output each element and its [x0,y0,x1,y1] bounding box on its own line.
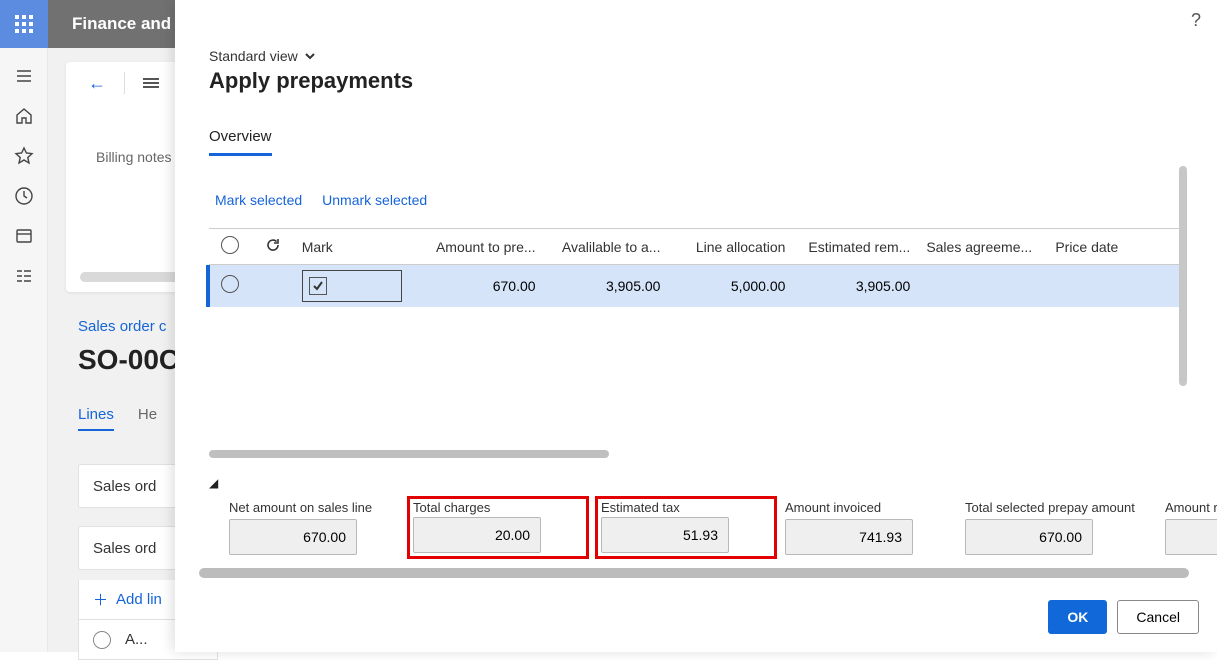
cell-estimated-remaining[interactable]: 3,905.00 [793,265,918,307]
cell-line-allocation[interactable]: 5,000.00 [668,265,793,307]
col-estimated-remaining[interactable]: Estimated rem... [793,229,918,265]
left-rail [0,48,48,652]
apply-prepayments-panel: ? Standard view Apply prepayments Overvi… [175,0,1217,652]
col-sales-agreement[interactable]: Sales agreeme... [918,229,1047,265]
col-amount-to-prepay[interactable]: Amount to pre... [417,229,544,265]
grid-actions: Mark selected Unmark selected [215,192,427,208]
select-all-circle-icon[interactable] [221,236,239,254]
net-amount-value [229,519,357,555]
panel-tabs: Overview [209,128,272,156]
net-amount-label: Net amount on sales line [229,500,399,515]
col-mark[interactable]: Mark [294,229,417,265]
net-amount-field: Net amount on sales line [229,500,399,557]
col-line-allocation[interactable]: Line allocation [668,229,793,265]
sales-order-number: SO-00C [78,344,179,376]
modules-icon[interactable] [14,266,34,286]
list-icon[interactable] [143,78,159,88]
chevron-down-icon [304,50,316,62]
home-icon[interactable] [14,106,34,126]
grid-horizontal-scrollbar[interactable] [209,450,609,458]
refresh-icon[interactable] [265,240,281,256]
totals-row: Net amount on sales line Total charges E… [229,500,1217,557]
cancel-button[interactable]: Cancel [1117,600,1199,634]
cell-price-date[interactable] [1047,265,1185,307]
tab-header[interactable]: He [138,406,157,431]
view-selector[interactable]: Standard view [209,48,316,64]
workspace-icon[interactable] [14,226,34,246]
total-charges-value [413,517,541,553]
clock-icon[interactable] [14,186,34,206]
app-title: Finance and [72,14,171,34]
mark-checkbox[interactable] [309,277,327,295]
amount-invoiced-value [785,519,913,555]
tab-overview[interactable]: Overview [209,128,272,156]
page-tabs: Lines He [78,406,157,431]
row-select-circle-icon[interactable] [221,275,239,293]
totals-horizontal-scrollbar[interactable] [199,568,1189,578]
collapse-caret-icon[interactable]: ◢ [209,476,218,490]
total-selected-prepay-label: Total selected prepay amount [965,500,1155,515]
hamburger-icon[interactable] [14,66,34,86]
panel-title: Apply prepayments [209,68,413,94]
tab-lines[interactable]: Lines [78,406,114,431]
ok-button[interactable]: OK [1048,600,1107,634]
col-available-to-apply[interactable]: Avalilable to a... [544,229,669,265]
cell-sales-agreement[interactable] [918,265,1047,307]
col-price-date[interactable]: Price date [1047,229,1185,265]
back-arrow-icon[interactable]: ← [88,73,106,94]
mark-cell[interactable] [302,270,402,302]
total-charges-label: Total charges [413,500,583,515]
sales-order-breadcrumb[interactable]: Sales order c [78,318,166,335]
cell-amount-to-prepay[interactable]: 670.00 [417,265,544,307]
estimated-tax-value [601,517,729,553]
table-row[interactable]: 670.00 3,905.00 5,000.00 3,905.00 [209,265,1185,307]
total-charges-field: Total charges [409,498,587,557]
estimated-tax-field: Estimated tax [597,498,775,557]
estimated-tax-label: Estimated tax [601,500,771,515]
plus-icon: ＋ [93,589,108,610]
total-selected-prepay-field: Total selected prepay amount [965,500,1155,557]
row-select-circle-icon[interactable] [93,631,111,649]
help-icon[interactable]: ? [1191,10,1201,31]
star-icon[interactable] [14,146,34,166]
amount-remaining-label: Amount remaining on sales l [1165,500,1217,515]
amount-invoiced-label: Amount invoiced [785,500,955,515]
app-launcher-icon[interactable] [0,0,48,48]
unmark-selected-link[interactable]: Unmark selected [322,192,427,208]
total-selected-prepay-value [965,519,1093,555]
amount-invoiced-field: Amount invoiced [785,500,955,557]
cell-available-to-apply[interactable]: 3,905.00 [544,265,669,307]
mark-selected-link[interactable]: Mark selected [215,192,302,208]
amount-remaining-field: Amount remaining on sales l [1165,500,1217,557]
amount-remaining-value [1165,519,1217,555]
panel-footer: OK Cancel [1048,600,1199,634]
prepayments-grid: Mark Amount to pre... Avalilable to a...… [209,228,1185,307]
grid-vertical-scrollbar[interactable] [1179,166,1187,386]
